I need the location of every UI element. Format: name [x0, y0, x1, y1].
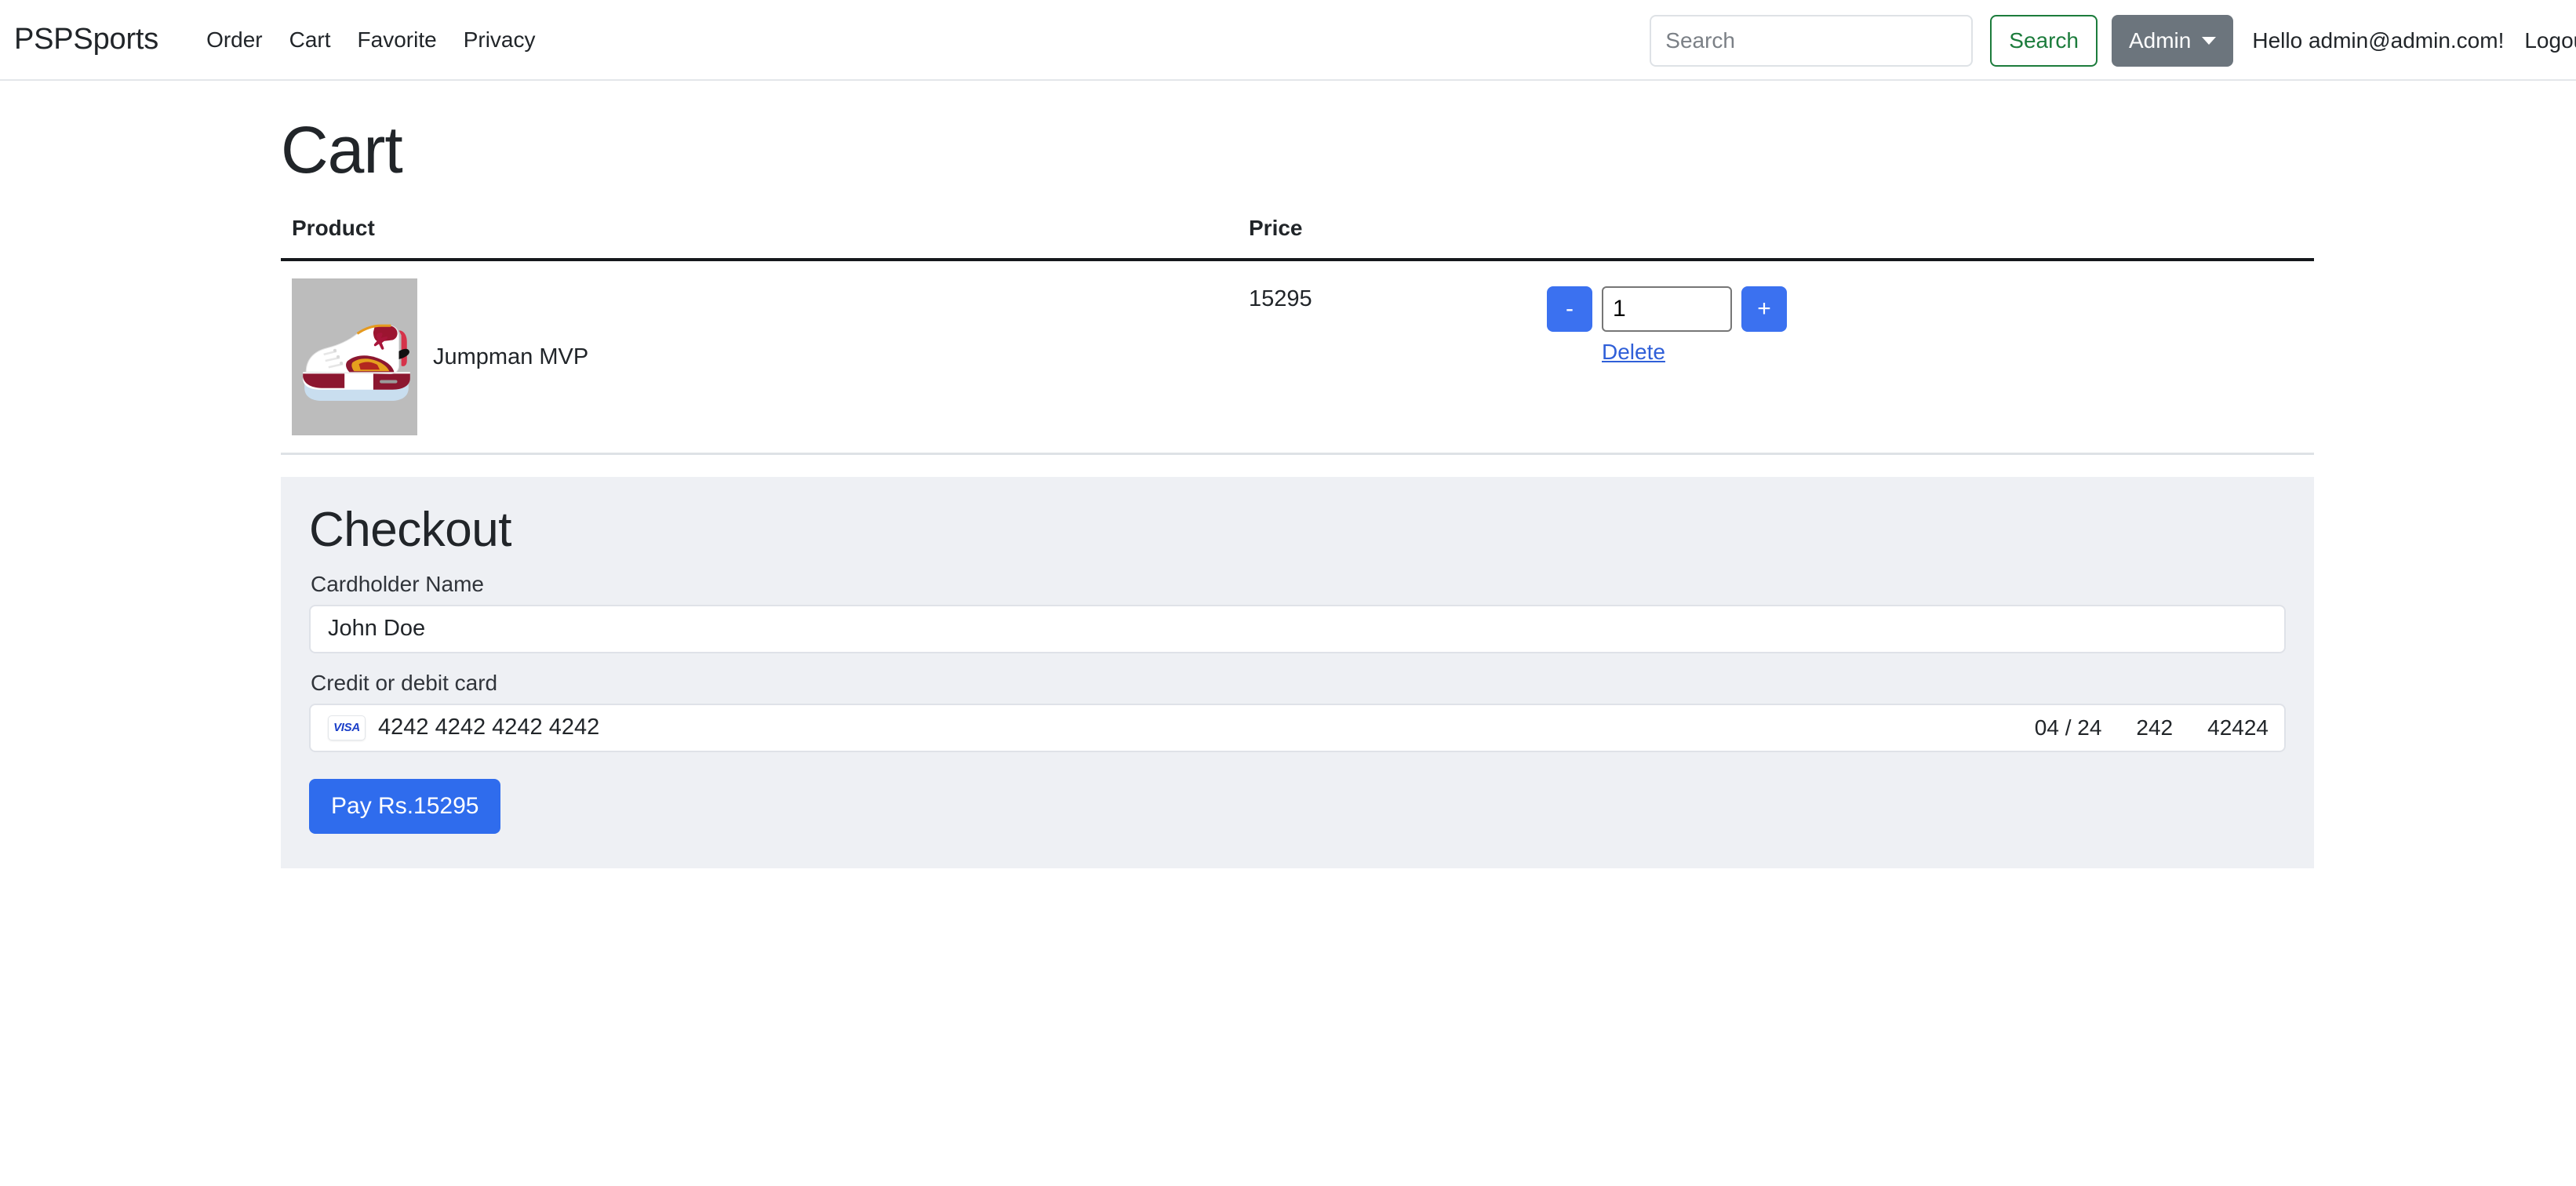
nav-links: Order Cart Favorite Privacy — [193, 27, 548, 53]
nav-link-privacy[interactable]: Privacy — [450, 27, 549, 53]
delete-item-link[interactable]: Delete — [1602, 340, 1665, 365]
cart-table-head: Product Price — [281, 216, 2314, 262]
page-title: Cart — [281, 113, 403, 187]
chevron-down-icon — [2202, 36, 2217, 45]
logout-link[interactable]: Logout — [2524, 28, 2576, 53]
quantity-input[interactable] — [1602, 286, 1732, 333]
increment-quantity-button[interactable]: + — [1741, 286, 1787, 333]
navbar: PSPSports Order Cart Favorite Privacy Se… — [0, 0, 2576, 81]
nav-link-cart[interactable]: Cart — [276, 27, 344, 53]
sneaker-image — [292, 278, 417, 436]
nav-link-order[interactable]: Order — [193, 27, 276, 53]
card-expiry-value: 04 / 24 — [2034, 715, 2102, 740]
product-cell: Jumpman MVP — [292, 278, 1238, 436]
main-container: Cart Product Price Jumpman MVP 15295 - 1… — [281, 114, 2314, 868]
navbar-right-section: Search Admin Hello admin@admin.com! Logo… — [1650, 0, 2576, 79]
checkout-panel: Checkout Cardholder Name Credit or debit… — [281, 477, 2314, 868]
cardholder-name-label: Cardholder Name — [311, 571, 484, 596]
card-cvc-value: 242 — [2136, 715, 2174, 740]
quantity-stepper: - + — [1547, 286, 2314, 333]
decrement-quantity-button[interactable]: - — [1547, 286, 1592, 333]
cart-table-body: Jumpman MVP 15295 - + Delete — [281, 260, 2314, 456]
card-zip-value: 42424 — [2207, 715, 2269, 740]
column-header-price: Price — [1238, 216, 1536, 262]
credit-card-field[interactable]: VISA 4242 4242 4242 4242 04 / 24 242 424… — [309, 703, 2286, 752]
checkout-title: Checkout — [309, 503, 511, 558]
admin-dropdown-button[interactable]: Admin — [2111, 14, 2234, 67]
pay-button[interactable]: Pay Rs.15295 — [309, 778, 501, 834]
card-number-value: 4242 4242 4242 4242 — [378, 715, 600, 740]
nav-link-favorite[interactable]: Favorite — [344, 27, 450, 53]
credit-card-label: Credit or debit card — [311, 670, 498, 695]
cart-table: Product Price Jumpman MVP 15295 - 1 + De… — [281, 216, 2314, 456]
table-row: Jumpman MVP 15295 - + Delete — [281, 260, 2314, 456]
visa-card-icon: VISA — [328, 715, 366, 740]
card-extra-fields: 04 / 24 242 42424 — [2035, 715, 2269, 740]
product-thumbnail[interactable] — [292, 278, 417, 436]
column-header-quantity — [1536, 216, 2314, 262]
search-input[interactable] — [1650, 14, 1974, 67]
brand-logo[interactable]: PSPSports — [14, 23, 158, 56]
quantity-cell: - + Delete — [1536, 260, 2314, 456]
cardholder-name-field[interactable] — [309, 604, 2286, 653]
user-greeting: Hello admin@admin.com! — [2252, 27, 2505, 53]
search-button[interactable]: Search — [1990, 14, 2098, 67]
product-name: Jumpman MVP — [433, 344, 589, 369]
product-price: 15295 — [1238, 260, 1536, 456]
admin-dropdown-label: Admin — [2128, 27, 2192, 53]
cart-table-header-row: Product Price — [281, 216, 2314, 262]
product-cell-container: Jumpman MVP — [281, 260, 1238, 456]
column-header-product: Product — [281, 216, 1238, 262]
